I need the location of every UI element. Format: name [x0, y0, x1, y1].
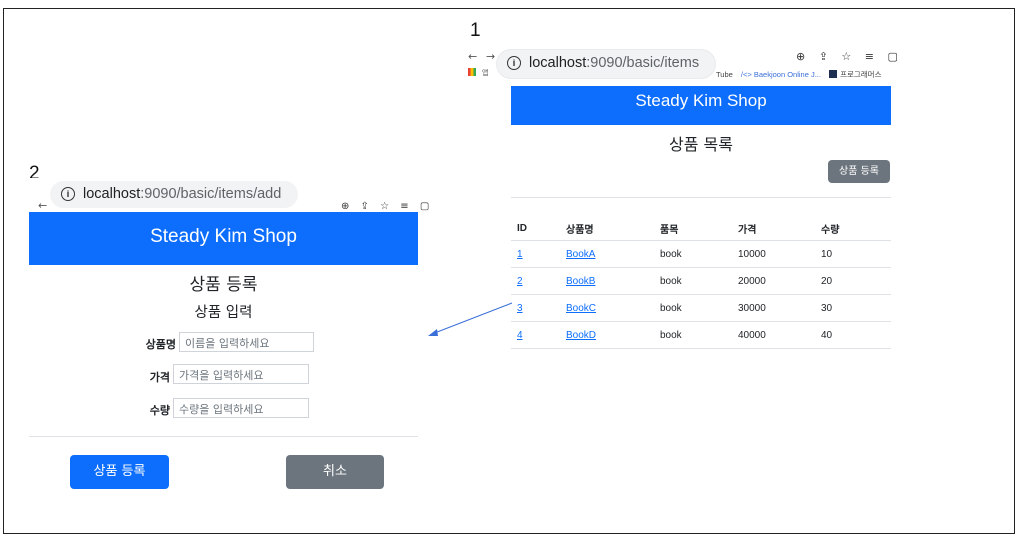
- cancel-button[interactable]: 취소: [286, 455, 384, 489]
- quantity-input[interactable]: 수량을 입력하세요: [173, 398, 309, 418]
- shop-banner: Steady Kim Shop: [29, 212, 418, 265]
- section-title: 상품 입력: [194, 305, 253, 321]
- url-path: :9090/basic/items/add: [140, 186, 282, 202]
- price-input[interactable]: 가격을 입력하세요: [173, 364, 309, 384]
- page-title: 상품 등록: [189, 275, 258, 295]
- divider: [29, 436, 418, 437]
- name-field-label: 상품명: [145, 338, 176, 351]
- url-host: localhost: [83, 186, 141, 202]
- address-bar-add[interactable]: i localhost:9090/basic/items/add: [50, 181, 298, 208]
- info-icon[interactable]: i: [61, 187, 75, 201]
- browser-toolbar-icons[interactable]: ⊕ ⇪ ☆ ≡ ▢: [341, 201, 433, 212]
- back-arrow-icon[interactable]: ←: [38, 199, 47, 212]
- submit-button[interactable]: 상품 등록: [70, 455, 169, 489]
- arrow-head: [428, 329, 438, 336]
- arrow-line: [431, 302, 513, 335]
- name-input[interactable]: 이름을 입력하세요: [179, 332, 314, 352]
- quantity-field-label: 수량: [149, 404, 170, 417]
- price-field-label: 가격: [149, 371, 170, 384]
